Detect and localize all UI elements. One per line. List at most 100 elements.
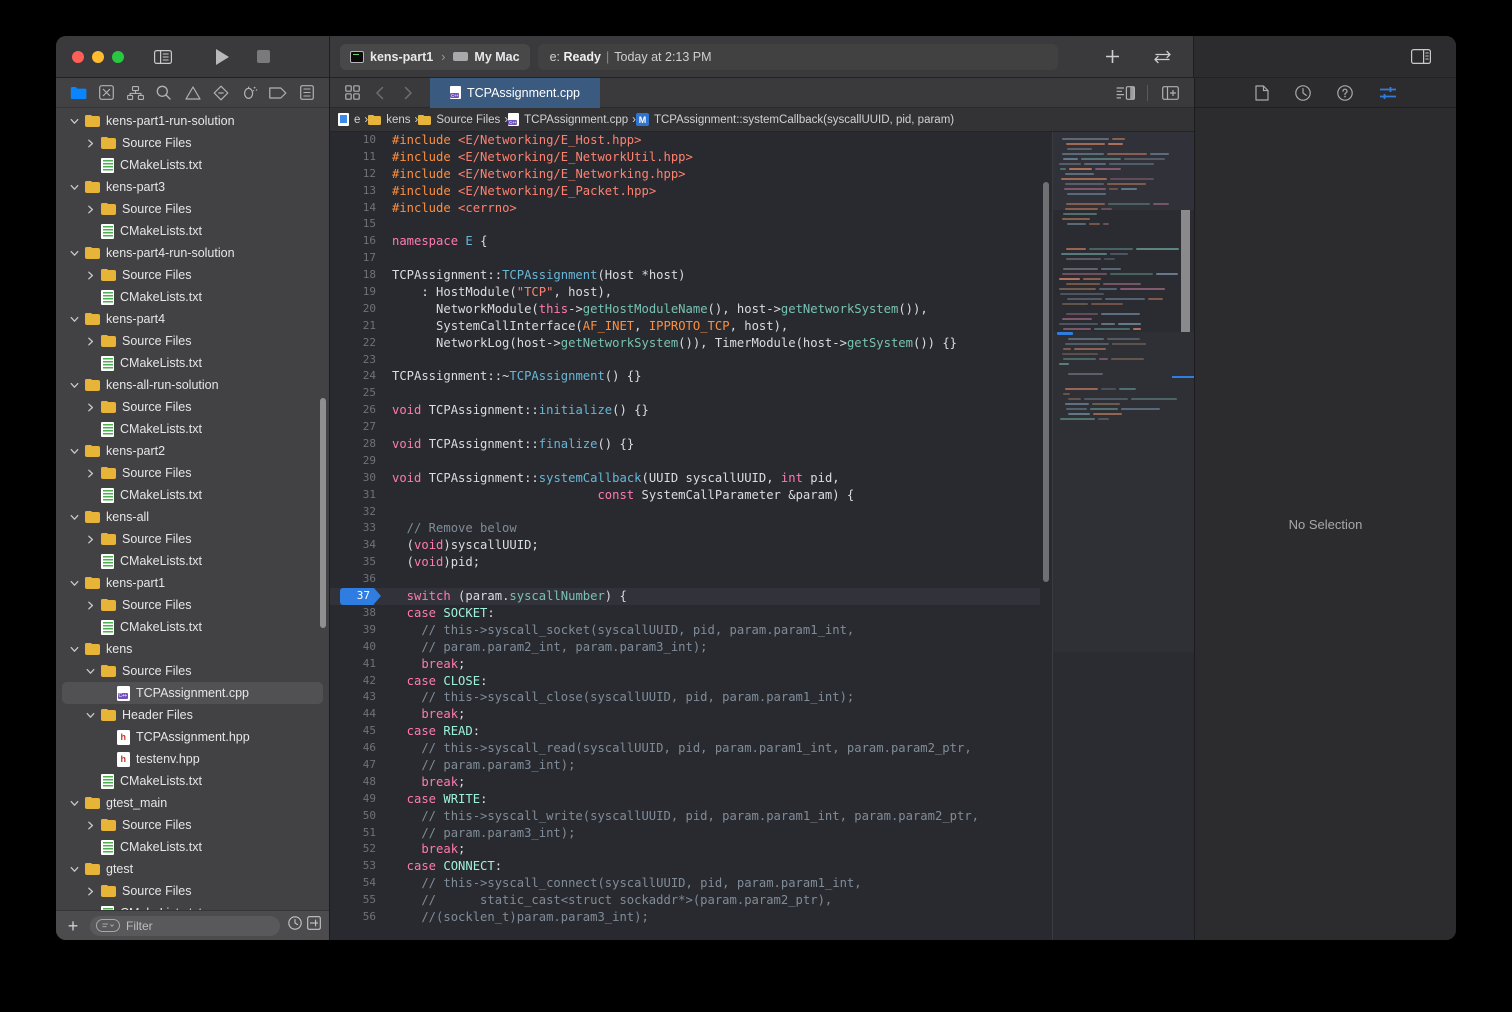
disclosure-triangle-closed-icon[interactable] [84,139,96,148]
disclosure-triangle-open-icon[interactable] [68,579,80,588]
breadcrumb-segment[interactable]: M TCPAssignment::systemCallback(syscallUU… [635,113,958,126]
disclosure-triangle-closed-icon[interactable] [84,535,96,544]
disclosure-triangle-closed-icon[interactable] [84,821,96,830]
code-line[interactable]: 54 // this->syscall_connect(syscallUUID,… [330,875,1040,892]
toggle-inspector-icon[interactable] [1408,46,1434,68]
symbol-navigator-icon[interactable] [121,81,150,105]
tree-row[interactable]: CMakeLists.txt [56,484,329,506]
zoom-window-button[interactable] [112,50,124,63]
code-line[interactable]: 41 break; [330,656,1040,673]
tree-row[interactable]: kens-part3 [56,176,329,198]
tree-row[interactable]: CMakeLists.txt [56,220,329,242]
code-line[interactable]: 46 // this->syscall_read(syscallUUID, pi… [330,740,1040,757]
source-control-navigator-icon[interactable] [93,81,122,105]
breakpoint-navigator-icon[interactable] [264,81,293,105]
disclosure-triangle-open-icon[interactable] [68,645,80,654]
breadcrumb-segment[interactable]: TCPAssignment.cpp [508,113,632,126]
code-line[interactable]: 32 [330,504,1040,521]
editor-scroll-thumb[interactable] [1043,182,1049,582]
code-line[interactable]: 12 #include <E/Networking/E_Networking.hp… [330,166,1040,183]
add-file-button[interactable]: + [64,917,82,935]
code-line[interactable]: 55 // static_cast<struct sockaddr*>(para… [330,892,1040,909]
code-line[interactable]: 31 const SystemCallParameter &param) { [330,487,1040,504]
tree-row[interactable]: CMakeLists.txt [56,616,329,638]
code-line[interactable]: 28 void TCPAssignment::finalize() {} [330,436,1040,453]
recent-files-icon[interactable] [288,916,302,935]
filter-options-icon[interactable] [96,919,120,932]
issue-navigator-icon[interactable] [178,81,207,105]
code-line[interactable]: 30 void TCPAssignment::systemCallback(UUI… [330,470,1040,487]
code-line[interactable]: 23 [330,352,1040,369]
project-navigator-icon[interactable] [64,81,93,105]
code-line[interactable]: 35 (void)pid; [330,554,1040,571]
tree-row[interactable]: kens-part1-run-solution [56,110,329,132]
run-button[interactable] [216,48,229,65]
code-line[interactable]: 17 [330,250,1040,267]
breadcrumb-segment[interactable]: Source Files [418,114,504,126]
project-file-tree[interactable]: kens-part1-run-solution Source Files CMake… [56,108,329,910]
tree-row[interactable]: Source Files [56,880,329,902]
add-editor-split-icon[interactable] [1156,80,1184,106]
test-navigator-icon[interactable] [207,81,236,105]
go-forward-icon[interactable] [394,80,422,106]
tree-row[interactable]: kens [56,638,329,660]
tree-row[interactable]: CMakeLists.txt [56,154,329,176]
disclosure-triangle-open-icon[interactable] [68,799,80,808]
tree-row[interactable]: kens-all [56,506,329,528]
code-minimap[interactable] [1052,132,1194,940]
tree-row[interactable]: TCPAssignment.hpp [56,726,329,748]
disclosure-triangle-closed-icon[interactable] [84,205,96,214]
attributes-inspector-icon[interactable] [1379,86,1397,100]
code-line[interactable]: 42 case CLOSE: [330,673,1040,690]
code-line[interactable]: 16 namespace E { [330,233,1040,250]
history-inspector-icon[interactable] [1294,84,1311,101]
editor-tab-tcpassignment-cpp[interactable]: TCPAssignment.cpp [430,77,601,108]
minimize-window-button[interactable] [92,50,104,63]
activity-status-bar[interactable]: e: Ready | Today at 2:13 PM [537,43,1058,70]
disclosure-triangle-closed-icon[interactable] [84,271,96,280]
code-line[interactable]: 22 NetworkLog(host->getNetworkSystem()),… [330,335,1040,352]
toggle-navigator-icon[interactable] [150,46,176,68]
find-navigator-icon[interactable] [150,81,179,105]
code-line[interactable]: 19 : HostModule("TCP", host), [330,284,1040,301]
tree-row[interactable]: Source Files [56,660,329,682]
code-line[interactable]: 48 break; [330,774,1040,791]
disclosure-triangle-open-icon[interactable] [68,381,80,390]
code-line[interactable]: 43 // this->syscall_close(syscallUUID, p… [330,689,1040,706]
breadcrumb[interactable]: e›kens›Source Files›TCPAssignment.cpp›MT… [330,108,1194,132]
code-line[interactable]: 24 TCPAssignment::~TCPAssignment() {} [330,368,1040,385]
code-line[interactable]: 29 [330,453,1040,470]
editor-vertical-scrollbar[interactable] [1040,132,1052,940]
code-line[interactable]: 53 case CONNECT: [330,858,1040,875]
tree-row[interactable]: kens-part4 [56,308,329,330]
code-line[interactable]: 49 case WRITE: [330,791,1040,808]
code-line[interactable]: 38 case SOCKET: [330,605,1040,622]
disclosure-triangle-open-icon[interactable] [68,447,80,456]
tree-row[interactable]: testenv.hpp [56,748,329,770]
code-line[interactable]: 51 // param.param3_int); [330,825,1040,842]
tree-row[interactable]: Source Files [56,528,329,550]
tree-row[interactable]: Source Files [56,264,329,286]
stop-button[interactable] [257,50,270,63]
disclosure-triangle-closed-icon[interactable] [84,469,96,478]
code-line[interactable]: 14 #include <cerrno> [330,200,1040,217]
code-line[interactable]: 36 [330,571,1040,588]
tree-row[interactable]: Source Files [56,462,329,484]
disclosure-triangle-open-icon[interactable] [68,865,80,874]
code-line[interactable]: 39 // this->syscall_socket(syscallUUID, … [330,622,1040,639]
help-inspector-icon[interactable] [1336,84,1353,101]
tree-row[interactable]: kens-part2 [56,440,329,462]
add-editor-button[interactable] [1099,46,1125,68]
tree-row[interactable]: Source Files [56,396,329,418]
code-line[interactable]: 27 [330,419,1040,436]
go-back-icon[interactable] [366,80,394,106]
disclosure-triangle-open-icon[interactable] [68,183,80,192]
tree-row[interactable]: CMakeLists.txt [56,352,329,374]
tree-row[interactable]: gtest_main [56,792,329,814]
code-line[interactable]: 15 [330,216,1040,233]
tree-row[interactable]: Source Files [56,330,329,352]
tree-row[interactable]: kens-part4-run-solution [56,242,329,264]
tree-row[interactable]: Header Files [56,704,329,726]
disclosure-triangle-open-icon[interactable] [68,249,80,258]
code-line[interactable]: 50 // this->syscall_write(syscallUUID, p… [330,808,1040,825]
